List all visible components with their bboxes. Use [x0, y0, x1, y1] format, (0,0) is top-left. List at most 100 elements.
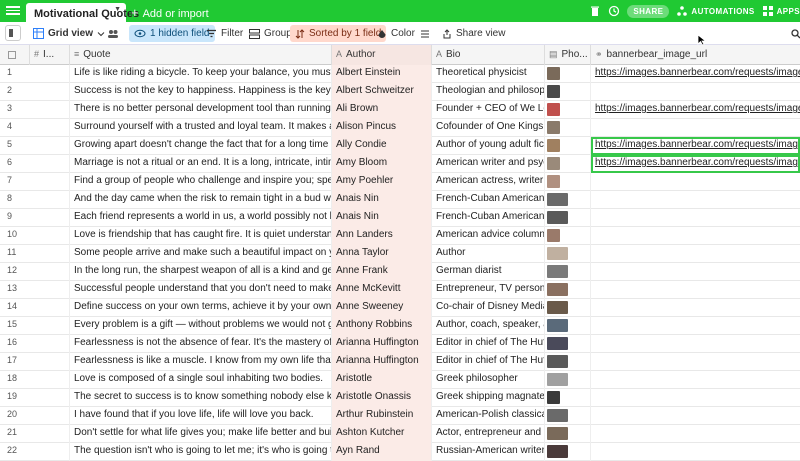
author-cell[interactable]: Ally Condie — [332, 137, 432, 155]
photo-cell[interactable] — [545, 65, 591, 83]
column-header-author[interactable]: A Author — [332, 45, 432, 65]
bio-cell[interactable]: French-Cuban American nov... — [432, 209, 545, 227]
url-cell[interactable] — [591, 317, 800, 335]
url-cell[interactable]: https://images.bannerbear.com/requests/i… — [591, 65, 800, 83]
table-row[interactable]: 3 There is no better personal development… — [0, 101, 800, 119]
author-cell[interactable]: Albert Einstein — [332, 65, 432, 83]
row-number[interactable]: 21 — [0, 425, 70, 443]
author-cell[interactable]: Anna Taylor — [332, 245, 432, 263]
quote-cell[interactable]: And the day came when the risk to remain… — [70, 191, 332, 209]
photo-cell[interactable] — [545, 425, 591, 443]
url-cell[interactable] — [591, 173, 800, 191]
url-cell[interactable] — [591, 209, 800, 227]
bio-cell[interactable]: Greek shipping magnate — [432, 389, 545, 407]
quote-cell[interactable]: The question isn't who is going to let m… — [70, 443, 332, 461]
bio-cell[interactable]: Entrepreneur, TV personality ... — [432, 281, 545, 299]
photo-cell[interactable] — [545, 155, 591, 173]
bio-cell[interactable]: Founder + CEO of We Lead — [432, 101, 545, 119]
row-number[interactable]: 10 — [0, 227, 70, 245]
author-cell[interactable]: Aristotle — [332, 371, 432, 389]
url-cell[interactable]: https://images.bannerbear.com/requests/i… — [591, 101, 800, 119]
row-number[interactable]: 2 — [0, 83, 70, 101]
menu-icon[interactable] — [6, 4, 20, 18]
row-number[interactable]: 17 — [0, 353, 70, 371]
column-header-quote[interactable]: ≡ Quote — [70, 45, 332, 65]
author-cell[interactable]: Anais Nin — [332, 209, 432, 227]
table-row[interactable]: 21 Don't settle for what life gives you; … — [0, 425, 800, 443]
photo-cell[interactable] — [545, 245, 591, 263]
row-number[interactable]: 9 — [0, 209, 70, 227]
bio-cell[interactable]: Editor in chief of The Huffing... — [432, 353, 545, 371]
photo-thumbnail[interactable] — [547, 211, 568, 224]
table-row[interactable]: 13 Successful people understand that you … — [0, 281, 800, 299]
row-number[interactable]: 7 — [0, 173, 70, 191]
quote-cell[interactable]: Find a group of people who challenge and… — [70, 173, 332, 191]
row-number[interactable]: 13 — [0, 281, 70, 299]
column-header-url[interactable]: ⚭ bannerbear_image_url — [591, 45, 800, 65]
table-row[interactable]: 22 The question isn't who is going to let… — [0, 443, 800, 461]
url-cell[interactable] — [591, 389, 800, 407]
url-cell[interactable] — [591, 299, 800, 317]
url-cell[interactable] — [591, 119, 800, 137]
table-row[interactable]: 8 And the day came when the risk to remai… — [0, 191, 800, 209]
row-number[interactable]: 14 — [0, 299, 70, 317]
photo-thumbnail[interactable] — [547, 139, 560, 152]
table-row[interactable]: 18 Love is composed of a single soul inha… — [0, 371, 800, 389]
row-number[interactable]: 1 — [0, 65, 70, 83]
share-view-button[interactable]: Share view — [437, 25, 510, 42]
photo-cell[interactable] — [545, 407, 591, 425]
collaborators-icon[interactable] — [102, 25, 124, 42]
photo-thumbnail[interactable] — [547, 337, 568, 350]
row-number[interactable]: 22 — [0, 443, 70, 461]
table-row[interactable]: 17 Fearlessness is like a muscle. I know … — [0, 353, 800, 371]
table-row[interactable]: 7 Find a group of people who challenge an… — [0, 173, 800, 191]
bio-cell[interactable]: Editor in chief of The Huffing... — [432, 335, 545, 353]
author-cell[interactable]: Albert Schweitzer — [332, 83, 432, 101]
author-cell[interactable]: Arthur Rubinstein — [332, 407, 432, 425]
group-button[interactable]: Group — [244, 25, 297, 42]
table-row[interactable]: 2 Success is not the key to happiness. Ha… — [0, 83, 800, 101]
author-cell[interactable]: Arianna Huffington — [332, 335, 432, 353]
history-icon[interactable] — [608, 5, 620, 17]
row-number[interactable]: 16 — [0, 335, 70, 353]
table-row[interactable]: 4 Surround yourself with a trusted and lo… — [0, 119, 800, 137]
bio-cell[interactable]: American writer and psychot... — [432, 155, 545, 173]
author-cell[interactable]: Ayn Rand — [332, 443, 432, 461]
sidebar-toggle-icon[interactable] — [5, 25, 21, 41]
table-row[interactable]: 12 In the long run, the sharpest weapon o… — [0, 263, 800, 281]
url-cell[interactable] — [591, 443, 800, 461]
row-number[interactable]: 6 — [0, 155, 70, 173]
share-button[interactable]: SHARE — [627, 4, 670, 18]
row-number[interactable]: 20 — [0, 407, 70, 425]
quote-cell[interactable]: Success is not the key to happiness. Hap… — [70, 83, 332, 101]
author-cell[interactable]: Aristotle Onassis — [332, 389, 432, 407]
url-cell[interactable] — [591, 191, 800, 209]
row-height-icon[interactable] — [415, 25, 435, 42]
photo-cell[interactable] — [545, 389, 591, 407]
photo-cell[interactable] — [545, 335, 591, 353]
color-button[interactable]: Color — [372, 25, 420, 42]
url-cell[interactable]: https://images.bannerbear.com/requests/i… — [591, 155, 800, 173]
column-header-photo[interactable]: ▤ Pho... — [545, 45, 591, 65]
table-row[interactable]: 6 Marriage is not a ritual or an end. It … — [0, 155, 800, 173]
author-cell[interactable]: Arianna Huffington — [332, 353, 432, 371]
quote-cell[interactable]: Fearlessness is like a muscle. I know fr… — [70, 353, 332, 371]
url-cell[interactable] — [591, 353, 800, 371]
bio-cell[interactable]: Cofounder of One Kings Lane — [432, 119, 545, 137]
photo-thumbnail[interactable] — [547, 157, 560, 170]
url-cell[interactable] — [591, 83, 800, 101]
photo-cell[interactable] — [545, 101, 591, 119]
select-all-checkbox[interactable] — [0, 45, 30, 65]
quote-cell[interactable]: Surround yourself with a trusted and loy… — [70, 119, 332, 137]
quote-cell[interactable]: There is no better personal development … — [70, 101, 332, 119]
row-number[interactable]: 18 — [0, 371, 70, 389]
quote-cell[interactable]: The secret to success is to know somethi… — [70, 389, 332, 407]
quote-cell[interactable]: Love is friendship that has caught fire.… — [70, 227, 332, 245]
author-cell[interactable]: Anne Frank — [332, 263, 432, 281]
quote-cell[interactable]: Each friend represents a world in us, a … — [70, 209, 332, 227]
photo-cell[interactable] — [545, 83, 591, 101]
automations-button[interactable]: AUTOMATIONS — [676, 5, 754, 17]
row-number[interactable]: 8 — [0, 191, 70, 209]
photo-cell[interactable] — [545, 371, 591, 389]
author-cell[interactable]: Amy Bloom — [332, 155, 432, 173]
